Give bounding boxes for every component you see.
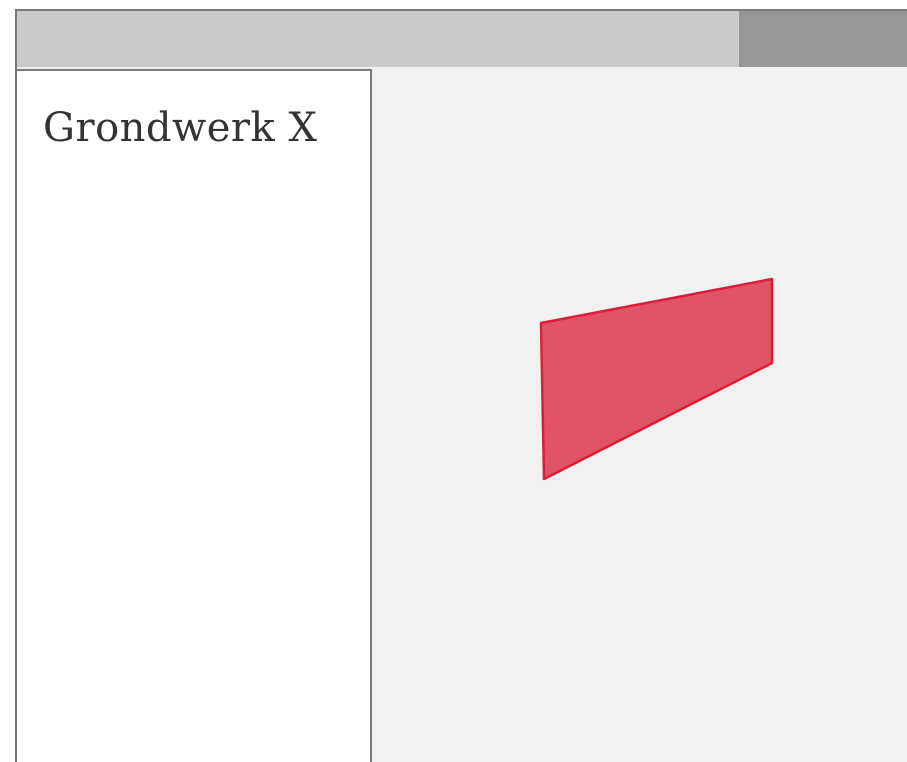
app-window: Grondwerk X [15, 9, 907, 762]
title-bar-handle[interactable] [739, 11, 907, 67]
red-quadrilateral-shape[interactable] [539, 277, 774, 481]
sidebar-panel: Grondwerk X [17, 69, 372, 762]
app-title: Grondwerk X [43, 105, 318, 151]
drawing-canvas[interactable] [374, 69, 907, 762]
title-bar[interactable] [17, 11, 907, 67]
canvas-svg [539, 277, 774, 481]
